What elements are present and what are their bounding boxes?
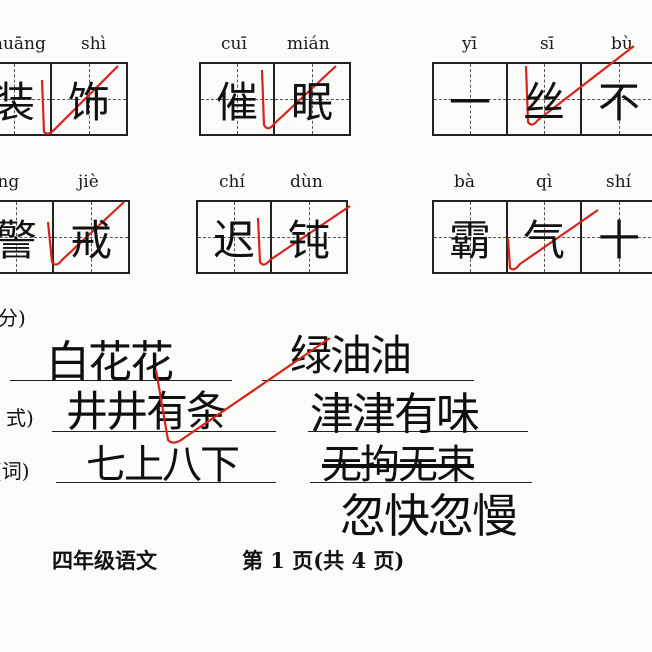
footer-page-info: 第 1 页(共 4 页) — [242, 548, 405, 573]
grid-char: 警 — [0, 215, 37, 265]
grid-char: 气 — [522, 215, 565, 265]
grid-char: 迟 — [212, 215, 255, 265]
grid-char: 丝 — [522, 77, 565, 127]
footer-grade-subject: 四年级语文 — [52, 548, 157, 573]
grid-char: 不 — [597, 77, 640, 127]
grid-char: 装 — [0, 77, 35, 127]
grid-char: 一 — [448, 77, 491, 127]
grid-char: 十 — [597, 215, 640, 265]
grid-char: 眠 — [290, 77, 333, 127]
char-grid-baqishi: 霸 气 十 — [432, 200, 652, 274]
grid-char: 饰 — [67, 77, 110, 127]
grid-char: 钝 — [287, 215, 330, 265]
grid-char: 霸 — [448, 215, 491, 265]
grid-char: 戒 — [69, 215, 112, 265]
check-mark-7 — [154, 337, 331, 444]
char-grid-yisibu: 一 丝 不 — [432, 62, 652, 136]
grid-char: 催 — [215, 77, 258, 127]
